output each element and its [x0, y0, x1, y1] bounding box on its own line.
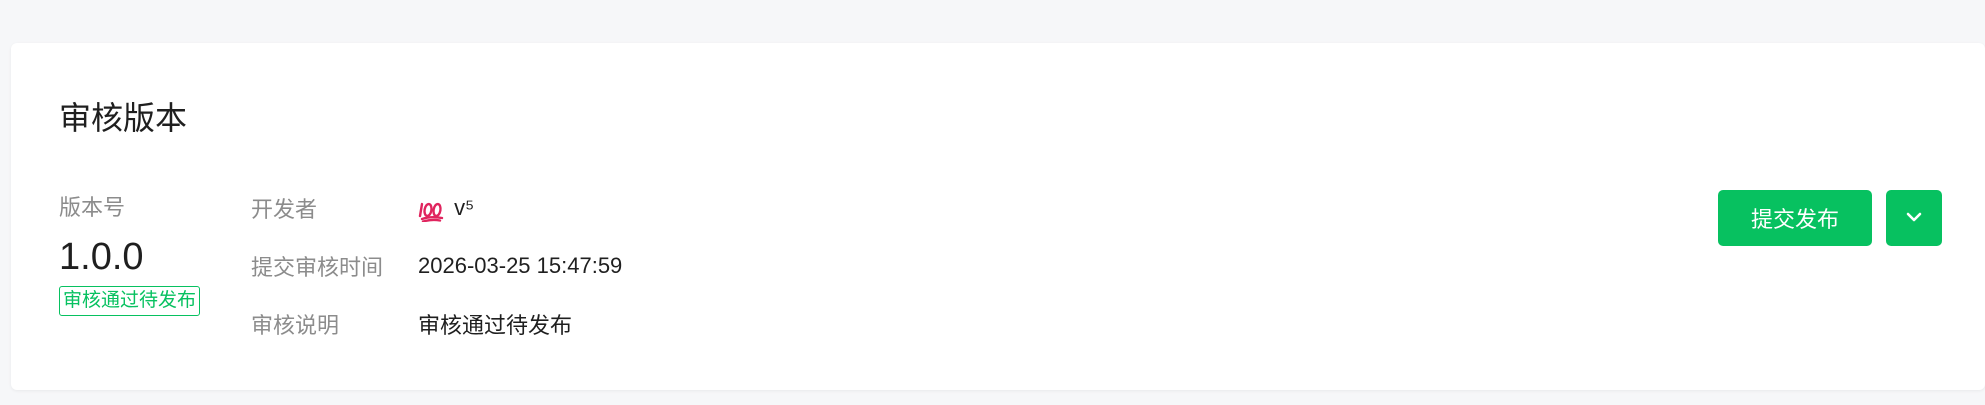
- card-title: 审核版本: [59, 100, 188, 136]
- chevron-down-icon: [1905, 211, 1923, 226]
- developer-row: 开发者 v⁵: [251, 189, 622, 227]
- status-badge: 审核通过待发布: [59, 286, 201, 316]
- developer-label: 开发者: [251, 197, 318, 222]
- submit-release-button[interactable]: 提交发布: [1718, 190, 1872, 246]
- more-actions-button[interactable]: [1886, 190, 1942, 246]
- action-group: 提交发布: [1718, 190, 1942, 246]
- developer-name: v⁵: [454, 195, 475, 221]
- review-version-card: 审核版本 版本号 1.0.0 审核通过待发布 开发者 v⁵ 提交审核时间 202…: [11, 43, 1985, 390]
- developer-value: v⁵: [418, 194, 475, 222]
- version-block: 版本号 1.0.0 审核通过待发布: [59, 192, 201, 316]
- version-number: 1.0.0: [59, 236, 144, 278]
- submit-time-row: 提交审核时间 2026-03-25 15:47:59: [251, 247, 622, 285]
- review-note-value: 审核通过待发布: [418, 313, 573, 338]
- submit-time-value: 2026-03-25 15:47:59: [418, 253, 623, 278]
- review-note-label: 审核说明: [251, 313, 340, 338]
- hundred-points-icon: [418, 196, 444, 222]
- review-info: 开发者 v⁵ 提交审核时间 2026-03-25 15:47:59 审核说明 审…: [251, 189, 622, 363]
- version-label: 版本号: [59, 195, 126, 220]
- review-note-row: 审核说明 审核通过待发布: [251, 305, 622, 343]
- submit-time-label: 提交审核时间: [251, 255, 384, 280]
